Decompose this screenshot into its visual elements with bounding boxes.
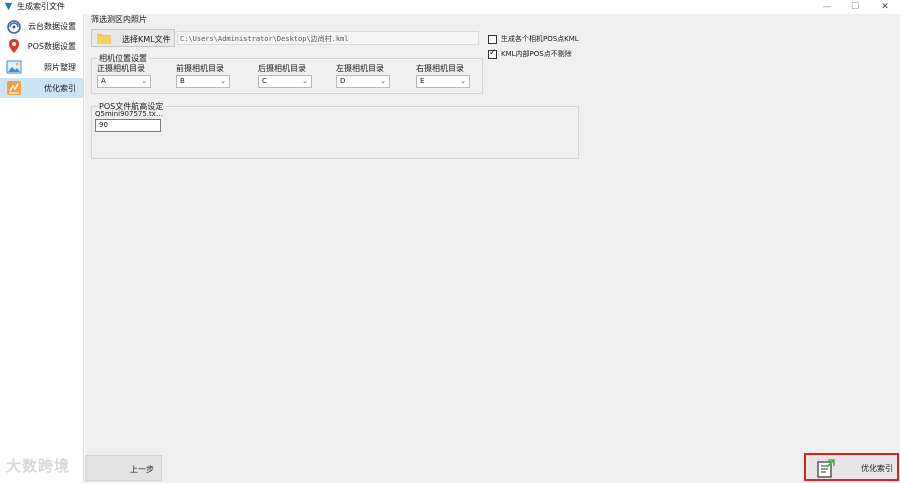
checkbox-label: 生成各个相机POS点KML (501, 35, 579, 43)
sidebar-item-label: 优化索引 (44, 84, 76, 93)
chevron-down-icon: ⌄ (220, 77, 226, 85)
optimize-index-label: 优化索引 (861, 464, 893, 473)
pos-height-group: POS文件航高设定 (91, 101, 579, 159)
camera-dir-label: 前摄相机目录 (176, 64, 224, 73)
checkbox-box[interactable] (488, 48, 497, 59)
close-button[interactable]: ✕ (870, 0, 900, 14)
camera-column-right: 右摄相机目录 (416, 63, 464, 74)
camera-dir-select-right[interactable]: E ⌄ (416, 75, 470, 88)
filter-section-title: 筛选测区内照片 (91, 15, 147, 24)
sidebar-item-label: 照片整理 (44, 63, 76, 72)
flight-height-input[interactable]: 90 (95, 119, 161, 132)
select-value: E (420, 77, 425, 85)
select-value: A (101, 77, 106, 85)
main-panel: 筛选测区内照片 选择KML文件 C:\Users\Administrator\D… (85, 14, 900, 483)
select-value: C (262, 77, 267, 85)
photo-icon (6, 60, 22, 74)
previous-step-label: 上一步 (130, 465, 154, 474)
sidebar-item-gimbal-data[interactable]: 云台数据设置 (0, 16, 84, 36)
generate-pos-kml-checkbox[interactable]: 生成各个相机POS点KML (488, 34, 579, 44)
camera-dir-select-back[interactable]: C ⌄ (258, 75, 312, 88)
location-pin-icon (9, 39, 19, 53)
maximize-button[interactable]: ☐ (840, 0, 870, 14)
camera-dir-label: 左摄相机目录 (336, 64, 384, 73)
sidebar-item-photo-organize[interactable]: 照片整理 (0, 57, 84, 77)
pos-file-name: Q5mini907575.tx… (95, 110, 163, 118)
select-kml-label: 选择KML文件 (122, 35, 171, 44)
previous-step-button[interactable]: 上一步 (85, 455, 162, 481)
sidebar-item-label: 云台数据设置 (28, 22, 76, 31)
chevron-down-icon: ⌄ (141, 77, 147, 85)
checkbox-box[interactable] (488, 34, 497, 44)
camera-dir-select-nadir[interactable]: A ⌄ (97, 75, 151, 88)
kml-no-remove-checkbox[interactable]: KML内部POS点不剔除 (488, 48, 572, 59)
chevron-down-icon: ⌄ (380, 77, 386, 85)
kml-path-field[interactable]: C:\Users\Administrator\Desktop\边尚村.kml (177, 31, 479, 45)
window-title: 生成索引文件 (17, 2, 65, 11)
sidebar-item-optimize-index[interactable]: 优化索引 (0, 78, 84, 98)
app-logo-icon (4, 2, 13, 11)
camera-dir-select-front[interactable]: B ⌄ (176, 75, 230, 88)
sidebar-item-label: POS数据设置 (27, 42, 76, 51)
select-value: B (180, 77, 185, 85)
camera-column-back: 后摄相机目录 (258, 63, 306, 74)
document-edit-icon (817, 459, 835, 478)
camera-column-nadir: 正摄相机目录 (97, 63, 145, 74)
minimize-button[interactable]: — (812, 0, 842, 14)
select-kml-button[interactable]: 选择KML文件 (91, 29, 175, 47)
camera-column-left: 左摄相机目录 (336, 63, 384, 74)
camera-dir-label: 右摄相机目录 (416, 64, 464, 73)
cloud-data-icon (7, 20, 21, 34)
camera-dir-label: 后摄相机目录 (258, 64, 306, 73)
sidebar: 云台数据设置 POS数据设置 照片整理 优化索引 (0, 14, 84, 483)
optimize-index-icon (7, 81, 21, 95)
folder-icon (97, 34, 111, 44)
sidebar-item-pos-data[interactable]: POS数据设置 (0, 36, 84, 56)
title-bar: 生成索引文件 — ☐ ✕ (0, 0, 900, 14)
camera-column-front: 前摄相机目录 (176, 63, 224, 74)
camera-dir-label: 正摄相机目录 (97, 64, 145, 73)
chevron-down-icon: ⌄ (460, 77, 466, 85)
optimize-index-button[interactable]: 优化索引 (804, 453, 899, 481)
checkbox-label: KML内部POS点不剔除 (501, 50, 572, 58)
select-value: D (340, 77, 346, 85)
camera-dir-select-left[interactable]: D ⌄ (336, 75, 390, 88)
watermark-text: 大数跨境 (6, 457, 71, 475)
chevron-down-icon: ⌄ (302, 77, 308, 85)
